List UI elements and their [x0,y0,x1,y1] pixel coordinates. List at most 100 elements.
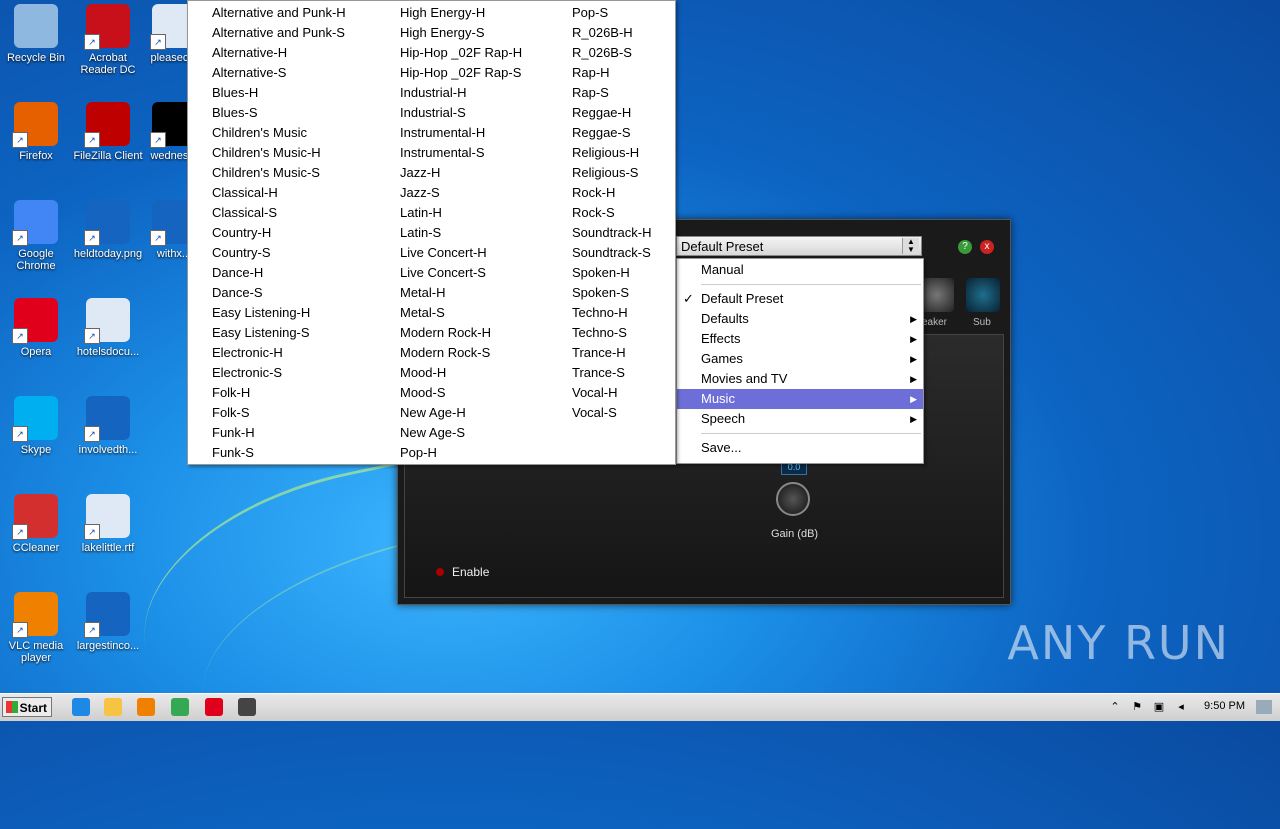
preset-menu-item[interactable]: Manual [677,260,923,280]
music-preset-item[interactable]: Live Concert-S [400,263,522,283]
opera-icon[interactable] [205,698,223,716]
music-preset-item[interactable]: Hip-Hop _02F Rap-S [400,63,522,83]
music-preset-item[interactable]: Classical-S [212,203,346,223]
music-preset-item[interactable]: Metal-H [400,283,522,303]
music-preset-item[interactable]: Vocal-H [572,383,651,403]
network-icon[interactable]: ▣ [1152,700,1166,714]
music-preset-item[interactable]: Religious-S [572,163,651,183]
help-icon[interactable]: ? [958,240,972,254]
music-preset-item[interactable]: Spoken-H [572,263,651,283]
music-preset-item[interactable]: Rap-H [572,63,651,83]
tray-expand-icon[interactable]: ⌃ [1108,700,1122,714]
preset-menu-item[interactable]: Music ▶ [677,389,923,409]
music-preset-item[interactable]: Techno-S [572,323,651,343]
music-preset-item[interactable]: Trance-H [572,343,651,363]
music-preset-item[interactable]: Live Concert-H [400,243,522,263]
volume-icon[interactable]: ◂ [1174,700,1188,714]
music-preset-item[interactable]: Soundtrack-S [572,243,651,263]
explorer-icon[interactable] [104,698,122,716]
music-preset-item[interactable]: Reggae-S [572,123,651,143]
desktop-icon[interactable]: ↗ CCleaner [0,494,76,554]
music-preset-item[interactable]: New Age-S [400,423,522,443]
music-preset-item[interactable]: R_026B-H [572,23,651,43]
music-preset-item[interactable]: Latin-S [400,223,522,243]
music-preset-item[interactable]: Rock-H [572,183,651,203]
music-preset-item[interactable]: Folk-S [212,403,346,423]
preset-dropdown[interactable]: Default Preset ▲ ▼ [676,236,922,256]
audio-app-icon[interactable] [238,698,256,716]
music-preset-item[interactable]: Pop-H [400,443,522,463]
music-preset-item[interactable]: Jazz-H [400,163,522,183]
music-preset-item[interactable]: R_026B-S [572,43,651,63]
music-preset-item[interactable]: Dance-S [212,283,346,303]
desktop-icon[interactable]: ↗ Opera [0,298,76,358]
preset-menu-item[interactable]: Movies and TV ▶ [677,369,923,389]
music-preset-item[interactable]: Children's Music [212,123,346,143]
start-button[interactable]: Start [2,697,52,717]
speaker-icon[interactable] [920,278,954,312]
music-preset-item[interactable]: Alternative-S [212,63,346,83]
music-preset-item[interactable]: Religious-H [572,143,651,163]
music-preset-item[interactable]: Country-S [212,243,346,263]
music-preset-item[interactable]: Country-H [212,223,346,243]
music-preset-item[interactable]: Dance-H [212,263,346,283]
music-preset-item[interactable]: Trance-S [572,363,651,383]
preset-menu-item[interactable]: Defaults ▶ [677,309,923,329]
subwoofer-icon[interactable] [966,278,1000,312]
close-icon[interactable]: x [980,240,994,254]
preset-menu-item[interactable]: ✓ Default Preset [677,289,923,309]
music-preset-item[interactable]: Alternative and Punk-S [212,23,346,43]
desktop-icon[interactable]: ↗ lakelittle.rtf [68,494,148,554]
music-preset-item[interactable]: Funk-H [212,423,346,443]
clock[interactable]: 9:50 PM [1204,700,1245,712]
music-preset-item[interactable]: Rap-S [572,83,651,103]
desktop-icon[interactable]: ↗ Skype [0,396,76,456]
music-preset-item[interactable]: Alternative and Punk-H [212,3,346,23]
music-preset-item[interactable]: Blues-S [212,103,346,123]
music-preset-item[interactable]: Soundtrack-H [572,223,651,243]
music-preset-item[interactable]: Hip-Hop _02F Rap-H [400,43,522,63]
music-preset-item[interactable]: Funk-S [212,443,346,463]
music-preset-item[interactable]: Folk-H [212,383,346,403]
music-preset-item[interactable]: Industrial-S [400,103,522,123]
music-preset-item[interactable]: Easy Listening-H [212,303,346,323]
music-preset-item[interactable]: Blues-H [212,83,346,103]
music-preset-item[interactable]: Spoken-S [572,283,651,303]
music-preset-item[interactable]: Mood-H [400,363,522,383]
preset-menu-item[interactable]: Games ▶ [677,349,923,369]
music-preset-item[interactable]: Classical-H [212,183,346,203]
desktop-icon[interactable]: ↗ largestinco... [68,592,148,652]
desktop-icon[interactable]: ↗ Firefox [0,102,76,162]
music-preset-item[interactable]: Rock-S [572,203,651,223]
music-preset-item[interactable]: Industrial-H [400,83,522,103]
music-preset-item[interactable]: Children's Music-S [212,163,346,183]
music-preset-item[interactable]: Modern Rock-S [400,343,522,363]
music-preset-item[interactable]: Reggae-H [572,103,651,123]
gain-knob[interactable] [776,482,810,516]
media-player-icon[interactable] [137,698,155,716]
preset-menu-item[interactable]: Speech ▶ [677,409,923,429]
music-preset-item[interactable]: Jazz-S [400,183,522,203]
music-preset-item[interactable]: Electronic-H [212,343,346,363]
preset-menu-item[interactable]: Effects ▶ [677,329,923,349]
enable-toggle[interactable]: Enable [436,565,489,579]
show-desktop-icon[interactable] [1256,700,1272,714]
music-preset-item[interactable]: High Energy-H [400,3,522,23]
music-preset-item[interactable]: Instrumental-S [400,143,522,163]
music-preset-item[interactable]: Easy Listening-S [212,323,346,343]
music-preset-item[interactable]: New Age-H [400,403,522,423]
desktop-icon[interactable]: ↗ involvedth... [68,396,148,456]
music-preset-item[interactable]: Mood-S [400,383,522,403]
desktop-icon[interactable]: ↗ Google Chrome [0,200,76,272]
music-preset-item[interactable]: Alternative-H [212,43,346,63]
music-preset-item[interactable]: Metal-S [400,303,522,323]
desktop-icon[interactable]: Recycle Bin [0,4,76,64]
music-preset-item[interactable]: Vocal-S [572,403,651,423]
music-preset-item[interactable]: Latin-H [400,203,522,223]
desktop-icon[interactable]: ↗ hotelsdocu... [68,298,148,358]
music-preset-item[interactable]: Pop-S [572,3,651,23]
music-preset-item[interactable]: Children's Music-H [212,143,346,163]
desktop-icon[interactable]: ↗ VLC media player [0,592,76,664]
music-preset-item[interactable]: Modern Rock-H [400,323,522,343]
music-preset-item[interactable]: Instrumental-H [400,123,522,143]
